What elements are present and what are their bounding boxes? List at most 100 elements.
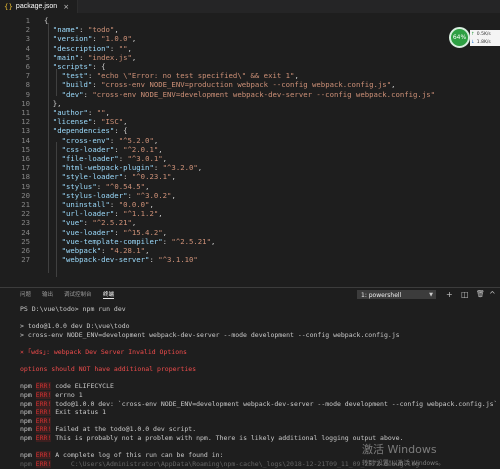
code-line: 24 "vue-loader": "^15.4.2",: [0, 228, 500, 237]
maximize-panel-icon[interactable]: ^: [489, 289, 496, 300]
code-text: "webpack": "4.28.1",: [61, 246, 150, 255]
panel-header: 问题 输出 调试控制台 终端 1: powershell ▼ + ◫ 🗑 ^: [0, 287, 500, 301]
code-line: 26 "webpack": "4.28.1",: [0, 246, 500, 255]
code-line: 27 "webpack-dev-server": "^3.1.10": [0, 255, 500, 264]
terminal-line: npm ERR! errno 1: [20, 391, 83, 399]
line-number: 11: [21, 108, 30, 117]
line-number: 25: [21, 236, 30, 246]
tab-label: package.json: [15, 3, 58, 10]
line-number: 14: [21, 135, 30, 145]
code-text: "author": "",: [52, 108, 110, 117]
line-number: 6: [25, 62, 30, 71]
chevron-down-icon: ▼: [429, 292, 433, 298]
code-line: 20 "stylus-loader": "^3.0.2",: [0, 191, 500, 200]
code-text: "stylus": "^0.54.5",: [61, 181, 150, 191]
tab-terminal[interactable]: 终端: [103, 290, 115, 299]
terminal-line: npm ERR! code ELIFECYCLE: [20, 382, 114, 391]
code-line: 16 "file-loader": "^3.0.1",: [0, 154, 500, 163]
terminal-line: × ｢wds｣: webpack Dev Server Invalid Opti…: [20, 348, 187, 356]
code-line: 2 "name": "todo",: [0, 25, 500, 34]
code-text: "style-loader": "^0.23.1",: [61, 172, 176, 182]
tab-problems[interactable]: 问题: [20, 290, 31, 298]
close-icon[interactable]: ×: [63, 3, 69, 11]
split-terminal-icon[interactable]: ◫: [461, 289, 469, 300]
code-line: 12 "license": "ISC",: [0, 117, 500, 126]
terminal-line: options should NOT have additional prope…: [20, 365, 197, 374]
code-text: "file-loader": "^3.0.1",: [61, 154, 168, 163]
code-text: "cross-env": "^5.2.0",: [61, 135, 159, 145]
code-line: 13 "dependencies": {: [0, 126, 500, 135]
line-number: 20: [21, 190, 30, 200]
tab-output[interactable]: 输出: [42, 290, 53, 298]
code-text: "uninstall": "0.0.0",: [61, 200, 154, 209]
line-number: 13: [21, 126, 30, 136]
code-line: 8 "build": "cross-env NODE_ENV=productio…: [0, 80, 500, 89]
terminal-line: npm ERR! C:\Users\Administrator\AppData\…: [20, 459, 420, 468]
download-arrow-icon: ↓: [471, 39, 475, 45]
terminal-line: npm ERR! todo@1.0.0 dev: `cross-env NODE…: [20, 399, 498, 408]
terminal-line: npm ERR! Exit status 1: [20, 408, 107, 417]
add-terminal-icon[interactable]: +: [446, 289, 453, 300]
code-line: 1{: [0, 16, 500, 25]
line-number: 21: [21, 200, 30, 209]
line-number: 1: [25, 16, 30, 25]
cpu-usage-gauge[interactable]: 64%: [449, 27, 470, 48]
trash-icon[interactable]: 🗑: [476, 289, 485, 300]
terminal-select[interactable]: 1: powershell ▼: [357, 290, 436, 299]
code-text: "dependencies": {: [52, 126, 128, 136]
json-file-icon: {}: [4, 2, 13, 11]
network-speed-widget: ↑ 0.5K/s ↓ 1.8K/s: [470, 30, 500, 46]
watermark-title: 激活 Windows: [362, 443, 437, 456]
code-text: "dev": "cross-env NODE_ENV=development w…: [61, 89, 436, 99]
code-line: 17 "html-webpack-plugin": "^3.2.0",: [0, 163, 500, 172]
code-line: 18 "style-loader": "^0.23.1",: [0, 172, 500, 181]
code-text: "build": "cross-env NODE_ENV=production …: [61, 80, 396, 90]
code-line: 4 "description": "",: [0, 44, 500, 53]
code-text: "stylus-loader": "^3.0.2",: [61, 190, 176, 200]
line-number: 9: [25, 89, 30, 99]
code-editor[interactable]: 1{2 "name": "todo", 3 "version": "1.0.0",…: [0, 14, 500, 287]
code-text: "vue": "^2.5.21",: [61, 218, 137, 228]
code-line: 15 "css-loader": "^2.0.1",: [0, 145, 500, 154]
terminal-line: > cross-env NODE_ENV=development webpack…: [20, 330, 400, 339]
line-number: 7: [25, 71, 30, 81]
line-number: 19: [21, 181, 30, 191]
line-number: 4: [25, 43, 30, 53]
code-text: "main": "index.js",: [52, 52, 137, 62]
tab-debug-console[interactable]: 调试控制台: [64, 290, 92, 298]
code-line: 3 "version": "1.0.0",: [0, 34, 500, 43]
code-line: 6 "scripts": {: [0, 62, 500, 71]
code-line: 21 "uninstall": "0.0.0",: [0, 200, 500, 209]
line-number: 17: [21, 163, 30, 173]
terminal-line: npm ERR!: [20, 416, 52, 425]
code-line: 10 },: [0, 99, 500, 108]
code-text: "scripts": {: [52, 62, 106, 71]
code-text: "test": "echo \"Error: no test specified…: [61, 71, 299, 81]
line-number: 5: [25, 52, 30, 62]
code-text: "webpack-dev-server": "^3.1.10": [61, 255, 198, 265]
code-text: {: [44, 16, 49, 25]
code-line: 9 "dev": "cross-env NODE_ENV=development…: [0, 90, 500, 99]
line-number: 16: [21, 154, 30, 163]
line-number: 3: [25, 34, 30, 44]
code-text: "vue-loader": "^15.4.2",: [61, 227, 168, 237]
watermark-subtitle: 转到"设置"以激活 Windows。: [362, 460, 445, 467]
code-text: "url-loader": "^1.1.2",: [61, 209, 163, 219]
code-text: "html-webpack-plugin": "^3.2.0",: [61, 163, 203, 173]
line-number: 24: [21, 227, 30, 237]
code-text: "description": "",: [52, 43, 132, 53]
terminal-line: npm ERR! This is probably not a problem …: [20, 434, 404, 442]
code-line: 5 "main": "index.js",: [0, 53, 500, 62]
line-number: 15: [21, 144, 30, 154]
line-number: 26: [21, 246, 30, 255]
download-speed: 1.8K/s: [476, 39, 491, 45]
code-line: 7 "test": "echo \"Error: no test specifi…: [0, 71, 500, 80]
editor-tab-bar: {} package.json ×: [0, 0, 500, 13]
line-number: 18: [21, 172, 30, 182]
windows-activation-watermark: 激活 Windows 转到"设置"以激活 Windows。: [362, 441, 444, 467]
code-line: 25 "vue-template-compiler": "^2.5.21",: [0, 237, 500, 246]
terminal-select-value: 1: powershell: [361, 292, 402, 299]
tab-package-json[interactable]: {} package.json ×: [0, 0, 79, 13]
upload-arrow-icon: ↑: [471, 31, 475, 37]
upload-speed: 0.5K/s: [476, 31, 491, 37]
